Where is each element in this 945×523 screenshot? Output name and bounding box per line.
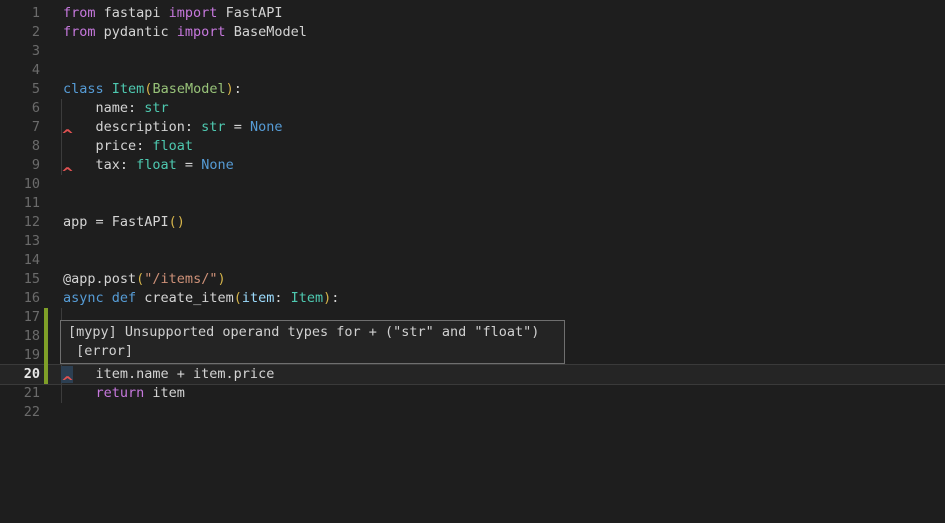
line-number[interactable]: 17: [0, 308, 40, 327]
diagnostic-message: [mypy] Unsupported operand types for + (…: [68, 323, 557, 342]
code-line[interactable]: 11: [0, 194, 945, 213]
code-text: tax: float = None: [63, 156, 234, 175]
line-number[interactable]: 4: [0, 61, 40, 80]
code-text: description: str = None: [63, 118, 282, 137]
diagnostic-tooltip: [mypy] Unsupported operand types for + (…: [60, 320, 565, 364]
code-line[interactable]: 15 @app.post("/items/"): [0, 270, 945, 289]
line-number[interactable]: 16: [0, 289, 40, 308]
code-line[interactable]: 6 name: str: [0, 99, 945, 118]
code-line[interactable]: 4: [0, 61, 945, 80]
line-number[interactable]: 13: [0, 232, 40, 251]
line-number[interactable]: 7: [0, 118, 40, 137]
line-number[interactable]: 18: [0, 327, 40, 346]
code-text: from pydantic import BaseModel: [63, 23, 307, 42]
diagnostic-severity: [error]: [68, 342, 557, 361]
code-text: item.name + item.price: [63, 365, 274, 384]
code-text: @app.post("/items/"): [63, 270, 226, 289]
line-number[interactable]: 19: [0, 346, 40, 365]
error-caret-icon: ^: [62, 129, 73, 142]
code-line[interactable]: 8 price: float: [0, 137, 945, 156]
code-line[interactable]: 20 item.name + item.price: [0, 365, 945, 384]
code-line[interactable]: 5 class Item(BaseModel):: [0, 80, 945, 99]
code-text: app = FastAPI(): [63, 213, 185, 232]
code-text: from fastapi import FastAPI: [63, 4, 282, 23]
code-text: name: str: [63, 99, 169, 118]
code-line[interactable]: 1 from fastapi import FastAPI: [0, 4, 945, 23]
line-number[interactable]: 2: [0, 23, 40, 42]
code-line[interactable]: 12 app = FastAPI(): [0, 213, 945, 232]
code-line[interactable]: 16 async def create_item(item: Item):: [0, 289, 945, 308]
line-number[interactable]: 10: [0, 175, 40, 194]
error-caret-icon: ^: [62, 376, 73, 389]
code-line[interactable]: 3: [0, 42, 945, 61]
line-number[interactable]: 6: [0, 99, 40, 118]
indent-guide: [61, 99, 62, 118]
line-number[interactable]: 11: [0, 194, 40, 213]
line-number[interactable]: 1: [0, 4, 40, 23]
line-number[interactable]: 22: [0, 403, 40, 422]
line-number[interactable]: 14: [0, 251, 40, 270]
line-number[interactable]: 8: [0, 137, 40, 156]
code-line[interactable]: 2 from pydantic import BaseModel: [0, 23, 945, 42]
code-line[interactable]: 9 tax: float = None: [0, 156, 945, 175]
line-number[interactable]: 9: [0, 156, 40, 175]
code-text: return item: [63, 384, 185, 403]
code-text: async def create_item(item: Item):: [63, 289, 339, 308]
line-number[interactable]: 3: [0, 42, 40, 61]
code-text: price: float: [63, 137, 193, 156]
code-editor[interactable]: [mypy] Unsupported operand types for + (…: [0, 0, 945, 523]
line-number[interactable]: 12: [0, 213, 40, 232]
code-line[interactable]: 14: [0, 251, 945, 270]
code-line[interactable]: 10: [0, 175, 945, 194]
line-number[interactable]: 15: [0, 270, 40, 289]
git-added-indicator: [44, 308, 48, 384]
code-line[interactable]: 22: [0, 403, 945, 422]
line-number[interactable]: 21: [0, 384, 40, 403]
line-number[interactable]: 5: [0, 80, 40, 99]
line-number[interactable]: 20: [0, 365, 40, 384]
code-line[interactable]: 21 return item: [0, 384, 945, 403]
error-caret-icon: ^: [62, 167, 73, 180]
code-line[interactable]: 13: [0, 232, 945, 251]
code-text: class Item(BaseModel):: [63, 80, 242, 99]
code-line[interactable]: 7 description: str = None: [0, 118, 945, 137]
